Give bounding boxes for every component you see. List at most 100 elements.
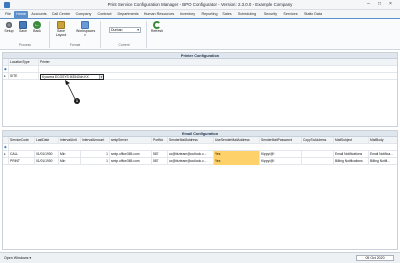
- tab-company[interactable]: Company: [73, 11, 94, 18]
- current-group-label: Current: [118, 43, 130, 47]
- column-header-sendermailaddress[interactable]: SenderMailAddress: [168, 137, 214, 144]
- group-divider: [146, 21, 147, 48]
- refresh-button[interactable]: Refresh: [149, 21, 165, 33]
- cell-lastdate: 01/01/1900: [35, 158, 59, 165]
- save-label: Save: [19, 29, 27, 33]
- cell-usesendermailaddress: Yes: [214, 151, 260, 158]
- workspaces-button[interactable]: Workspaces ▾: [76, 21, 95, 37]
- tab-accounts[interactable]: Accounts: [29, 11, 49, 18]
- save-layout-label: Save Layout: [55, 29, 67, 37]
- filter-locationtype[interactable]: [9, 66, 39, 73]
- email-filter-row: ◆: [3, 144, 397, 151]
- cell-sendermailpassword: Kippy/@!: [260, 151, 302, 158]
- tab-inventory[interactable]: Inventory: [177, 11, 198, 18]
- tab-security[interactable]: Security: [261, 11, 280, 18]
- column-header-mailsubject[interactable]: MailSubject: [334, 137, 369, 144]
- cell-intervalamount: 1: [81, 151, 110, 158]
- cell-sendermailaddress: cc@bizteam@outlook.c...: [168, 158, 214, 165]
- tab-static-data[interactable]: Static Data: [301, 11, 325, 18]
- cell-servicecode: CALL: [9, 151, 35, 158]
- cell-usesendermailaddress: Yes: [214, 158, 260, 165]
- back-button[interactable]: ← Back: [31, 21, 43, 33]
- save-layout-button[interactable]: Save Layout: [53, 21, 69, 37]
- column-header-intervalamount[interactable]: IntervalAmount: [81, 137, 110, 144]
- chevron-down-icon: ▾: [84, 33, 86, 37]
- table-row[interactable]: PRINT 01/01/1900 Min 1 smtp.office365.co…: [3, 158, 397, 165]
- column-header-copytoaddress[interactable]: CopyToAddress: [302, 137, 334, 144]
- callout-badge: 1: [74, 98, 80, 104]
- tab-contract[interactable]: Contract: [95, 11, 114, 18]
- cell-sendermailpassword: Kippy/@!: [260, 158, 302, 165]
- ribbon-tabs: File Home Accounts Call Centre Company C…: [0, 10, 400, 18]
- tab-home[interactable]: Home: [14, 11, 28, 18]
- minimize-icon[interactable]: –: [364, 1, 373, 8]
- status-date: 05 Oct 2020: [356, 255, 394, 261]
- column-header-servicecode[interactable]: ServiceCode: [9, 137, 35, 144]
- tab-scheduling[interactable]: Scheduling: [234, 11, 260, 18]
- tab-human-resources[interactable]: Human Resources: [142, 11, 176, 18]
- cell-locationtype: SITE: [9, 73, 39, 80]
- ribbon: Setup Save ← Back Process Save Layout Wo…: [0, 18, 400, 50]
- cell-intervalamount: 1: [81, 158, 110, 165]
- email-grid-header: ServiceCode LastDate IntervalUnit Interv…: [3, 137, 397, 144]
- window-title: Print Service Configuration Manager - BP…: [107, 2, 293, 7]
- column-header-smtpserver[interactable]: smtpServer: [110, 137, 152, 144]
- callout-arrowhead: [65, 80, 70, 85]
- refresh-icon: [153, 21, 161, 29]
- open-windows-button[interactable]: Open Windows ▾: [4, 256, 31, 260]
- cell-mailbody: Billing Notifi...: [370, 159, 390, 163]
- column-header-usesendermailaddress[interactable]: UseSenderMailAddress: [214, 137, 260, 144]
- filter-cells[interactable]: [9, 144, 397, 151]
- tab-file[interactable]: File: [3, 11, 13, 18]
- gear-icon: [5, 21, 13, 29]
- maximize-icon[interactable]: □: [375, 1, 384, 8]
- layout-icon: [57, 21, 65, 29]
- cell-portno: 587: [152, 158, 168, 165]
- cell-smtpserver: smtp.office365.com: [110, 151, 152, 158]
- printer-configuration-panel: Printer Configuration LocationType Print…: [2, 52, 398, 127]
- tab-departments[interactable]: Departments: [115, 11, 141, 18]
- chevron-down-icon[interactable]: ▾: [99, 75, 103, 79]
- cell-mailbody: Email Notifica...: [370, 152, 393, 156]
- tab-call-centre[interactable]: Call Centre: [50, 11, 72, 18]
- cell-mailsubject: Email Notifications: [334, 151, 369, 158]
- site-select-value: Durban: [111, 28, 123, 32]
- table-row[interactable]: ▸ CALL 01/01/1900 Min 1 smtp.office365.c…: [3, 151, 397, 158]
- cell-copytoaddress: [302, 151, 334, 158]
- filter-printer[interactable]: [39, 66, 397, 73]
- tab-sales[interactable]: Sales: [221, 11, 233, 18]
- column-header-printer[interactable]: Printer: [39, 59, 397, 66]
- status-bar: Open Windows ▾ 05 Oct 2020: [0, 252, 400, 263]
- column-header-portno[interactable]: PortNo: [152, 137, 168, 144]
- cell-smtpserver: smtp.office365.com: [110, 158, 152, 165]
- title-bar: Print Service Configuration Manager - BP…: [0, 0, 400, 10]
- column-header-locationtype[interactable]: LocationType: [9, 59, 39, 66]
- tab-reporting[interactable]: Reporting: [199, 11, 220, 18]
- cell-copytoaddress: [302, 158, 334, 165]
- cell-portno: 587: [152, 151, 168, 158]
- tab-services[interactable]: Services: [281, 11, 300, 18]
- back-label: Back: [33, 29, 41, 33]
- site-select[interactable]: Durban ▾: [109, 27, 141, 33]
- setup-button[interactable]: Setup: [3, 21, 15, 33]
- back-arrow-icon: ←: [33, 21, 41, 29]
- group-divider: [100, 21, 101, 48]
- group-divider: [49, 21, 50, 48]
- printer-grid-header: LocationType Printer: [3, 59, 397, 66]
- column-header-lastdate[interactable]: LastDate: [35, 137, 59, 144]
- column-header-mailbody[interactable]: MailBody: [369, 137, 397, 144]
- cell-servicecode: PRINT: [9, 158, 35, 165]
- setup-label: Setup: [4, 29, 14, 33]
- column-header-sendermailpassword[interactable]: SenderMailPassword: [260, 137, 302, 144]
- process-group-label: Process: [19, 43, 31, 47]
- column-header-intervalunit[interactable]: IntervalUnit: [59, 137, 81, 144]
- cell-intervalunit: Min: [59, 151, 81, 158]
- save-button[interactable]: Save: [17, 21, 29, 33]
- workspaces-icon: [81, 21, 89, 29]
- close-icon[interactable]: ×: [386, 1, 395, 8]
- format-group-label: Format: [69, 43, 81, 47]
- refresh-label: Refresh: [150, 29, 164, 33]
- cell-sendermailaddress: cc@bizteam@outlook.c...: [168, 151, 214, 158]
- email-configuration-panel: Email Configuration ServiceCode LastDate…: [2, 130, 398, 250]
- callout-arrow: [65, 80, 77, 102]
